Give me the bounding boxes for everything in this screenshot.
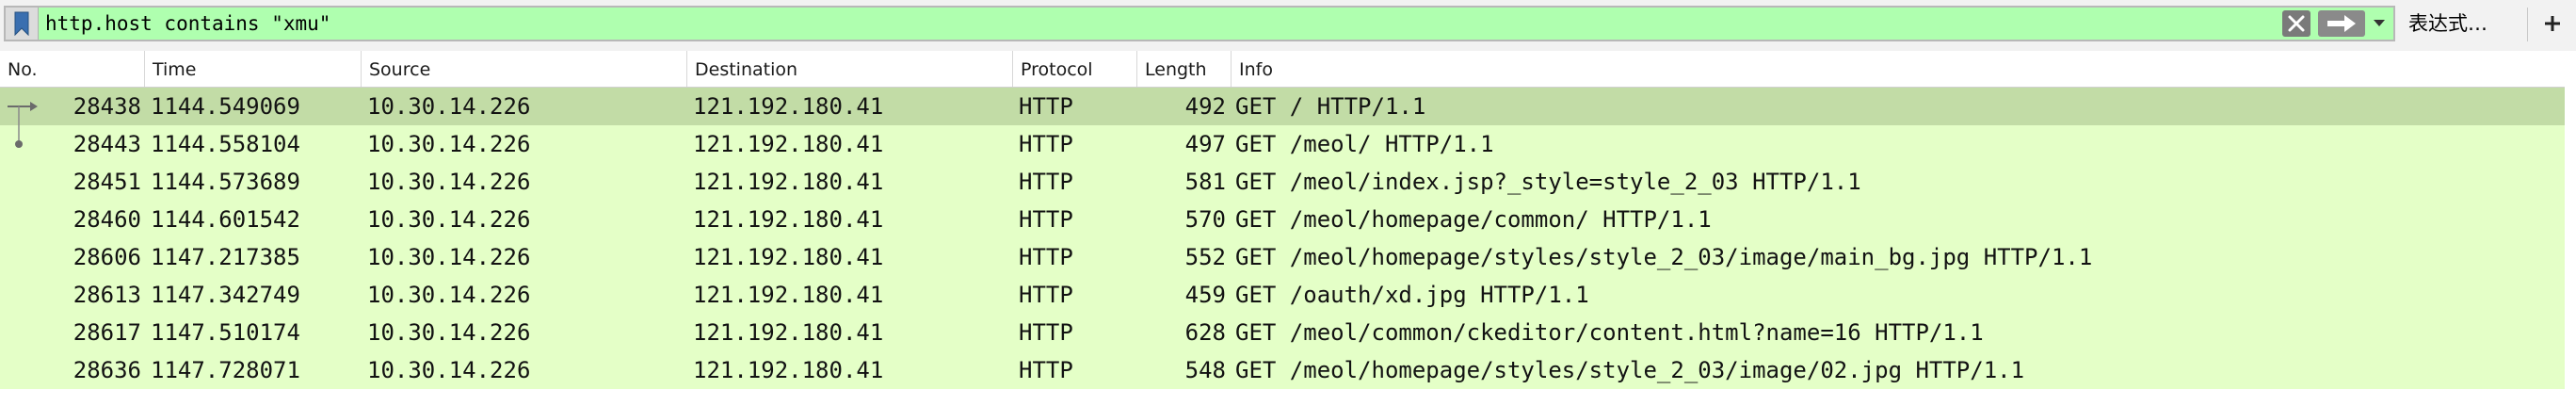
packet-info: GET /meol/homepage/styles/style_2_03/ima… [1235, 357, 2025, 383]
packet-protocol: HTTP [1019, 244, 1073, 270]
packet-number: 28443 [72, 131, 141, 157]
packet-destination: 121.192.180.41 [693, 169, 884, 195]
packet-protocol: HTTP [1019, 357, 1073, 383]
arrow-right-icon [2327, 15, 2356, 32]
column-header-protocol[interactable]: Protocol [1013, 51, 1137, 87]
packet-info: GET /meol/homepage/styles/style_2_03/ima… [1235, 244, 2093, 270]
column-header-length[interactable]: Length [1137, 51, 1232, 87]
packet-number: 28636 [72, 357, 141, 383]
packet-destination: 121.192.180.41 [693, 357, 884, 383]
packet-protocol: HTTP [1019, 282, 1073, 308]
packet-row[interactable]: 28438 1144.549069 10.30.14.226 121.192.180.… [0, 88, 2576, 125]
packet-time: 1144.558104 [151, 131, 300, 157]
packet-time: 1147.342749 [151, 282, 300, 308]
packet-row[interactable]: 28636 1147.728071 10.30.14.226 121.192.180.… [0, 351, 2576, 389]
packet-length: 548 [1184, 357, 1226, 383]
packet-length: 459 [1184, 282, 1226, 308]
clear-x-icon [2288, 15, 2305, 32]
packet-destination: 121.192.180.41 [693, 131, 884, 157]
add-filter-button[interactable] [2533, 6, 2572, 41]
packet-protocol: HTTP [1019, 319, 1073, 346]
expression-button[interactable]: 表达式… [2399, 6, 2540, 41]
vertical-scrollbar[interactable] [2565, 51, 2576, 406]
filter-history-dropdown[interactable] [2369, 10, 2391, 37]
packet-source: 10.30.14.226 [367, 282, 531, 308]
plus-icon [2545, 16, 2560, 31]
column-header-source[interactable]: Source [362, 51, 687, 87]
column-header-info[interactable]: Info [1232, 51, 2565, 87]
packet-row[interactable]: 28613 1147.342749 10.30.14.226 121.192.180.… [0, 276, 2576, 314]
packet-length: 628 [1184, 319, 1226, 346]
packet-time: 1147.217385 [151, 244, 300, 270]
packet-source: 10.30.14.226 [367, 93, 531, 120]
display-filter-input[interactable] [45, 8, 2258, 40]
packet-number: 28460 [72, 206, 141, 233]
packet-protocol: HTTP [1019, 206, 1073, 233]
toolbar-separator [2527, 8, 2528, 41]
column-header-destination[interactable]: Destination [687, 51, 1013, 87]
packet-destination: 121.192.180.41 [693, 282, 884, 308]
packet-length: 581 [1184, 169, 1226, 195]
packet-rows: 28438 1144.549069 10.30.14.226 121.192.180.… [0, 88, 2576, 389]
packet-info: GET /oauth/xd.jpg HTTP/1.1 [1235, 282, 1589, 308]
packet-list: No. Time Source Destination Protocol Len… [0, 51, 2576, 406]
packet-length: 552 [1184, 244, 1226, 270]
packet-time: 1144.601542 [151, 206, 300, 233]
bookmark-icon [14, 11, 29, 36]
packet-list-header: No. Time Source Destination Protocol Len… [0, 51, 2576, 88]
packet-source: 10.30.14.226 [367, 319, 531, 346]
packet-length: 570 [1184, 206, 1226, 233]
bookmark-button[interactable] [6, 8, 39, 40]
packet-destination: 121.192.180.41 [693, 244, 884, 270]
packet-info: GET /meol/common/ckeditor/content.html?n… [1235, 319, 1984, 346]
packet-length: 497 [1184, 131, 1226, 157]
packet-source: 10.30.14.226 [367, 169, 531, 195]
column-header-no[interactable]: No. [0, 51, 145, 87]
column-header-time[interactable]: Time [145, 51, 362, 87]
packet-source: 10.30.14.226 [367, 244, 531, 270]
packet-destination: 121.192.180.41 [693, 93, 884, 120]
packet-row[interactable]: 28606 1147.217385 10.30.14.226 121.192.180.… [0, 238, 2576, 276]
packet-time: 1147.728071 [151, 357, 300, 383]
packet-number: 28438 [72, 93, 141, 120]
packet-number: 28606 [72, 244, 141, 270]
packet-number: 28613 [72, 282, 141, 308]
packet-time: 1144.549069 [151, 93, 300, 120]
packet-number: 28617 [72, 319, 141, 346]
chevron-down-icon [2374, 20, 2385, 26]
packet-row[interactable]: 28451 1144.573689 10.30.14.226 121.192.180.… [0, 163, 2576, 201]
packet-info: GET /meol/ HTTP/1.1 [1235, 131, 1494, 157]
packet-destination: 121.192.180.41 [693, 206, 884, 233]
packet-protocol: HTTP [1019, 93, 1073, 120]
packet-destination: 121.192.180.41 [693, 319, 884, 346]
packet-source: 10.30.14.226 [367, 206, 531, 233]
packet-time: 1147.510174 [151, 319, 300, 346]
packet-source: 10.30.14.226 [367, 357, 531, 383]
packet-length: 492 [1184, 93, 1226, 120]
packet-number: 28451 [72, 169, 141, 195]
display-filter-box [4, 6, 2395, 41]
packet-protocol: HTTP [1019, 131, 1073, 157]
packet-row[interactable]: 28617 1147.510174 10.30.14.226 121.192.180.… [0, 314, 2576, 351]
packet-source: 10.30.14.226 [367, 131, 531, 157]
packet-info: GET /meol/index.jsp?_style=style_2_03 HT… [1235, 169, 1861, 195]
packet-protocol: HTTP [1019, 169, 1073, 195]
display-filter-toolbar: 表达式… [0, 0, 2576, 52]
packet-time: 1144.573689 [151, 169, 300, 195]
packet-row[interactable]: 28443 1144.558104 10.30.14.226 121.192.180.… [0, 125, 2576, 163]
apply-filter-button[interactable] [2318, 10, 2365, 37]
packet-row[interactable]: 28460 1144.601542 10.30.14.226 121.192.180.… [0, 201, 2576, 238]
packet-info: GET /meol/homepage/common/ HTTP/1.1 [1235, 206, 1712, 233]
packet-info: GET / HTTP/1.1 [1235, 93, 1426, 120]
clear-filter-button[interactable] [2282, 10, 2310, 37]
